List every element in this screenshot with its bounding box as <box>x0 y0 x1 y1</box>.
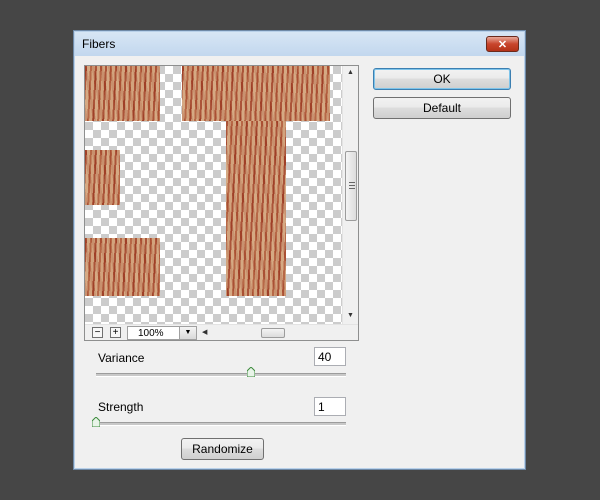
strength-input[interactable]: 1 <box>314 397 346 416</box>
fiber-shape <box>85 66 160 121</box>
fiber-shape <box>85 238 160 296</box>
preview-toolbar: − + 100% ▼ ◀ <box>85 324 358 340</box>
preview-canvas[interactable] <box>85 66 343 324</box>
vertical-scroll-thumb[interactable] <box>345 151 357 221</box>
scroll-down-icon[interactable]: ▼ <box>347 312 354 320</box>
title-bar[interactable]: Fibers ✕ <box>75 32 524 56</box>
scroll-left-icon[interactable]: ◀ <box>202 329 207 337</box>
strength-slider-handle[interactable] <box>92 417 100 427</box>
fiber-shape <box>182 66 330 121</box>
chevron-down-icon[interactable]: ▼ <box>179 327 196 339</box>
fiber-shape <box>226 121 286 296</box>
variance-slider-handle[interactable] <box>247 367 255 377</box>
ok-button[interactable]: OK <box>373 68 511 90</box>
variance-slider-track[interactable] <box>96 373 346 377</box>
preview-pane[interactable]: ▲ ▼ − + 100% ▼ ◀ <box>84 65 359 341</box>
variance-input[interactable]: 40 <box>314 347 346 366</box>
horizontal-scroll-thumb[interactable] <box>261 328 285 338</box>
strength-slider-track[interactable] <box>96 422 346 426</box>
variance-label: Variance <box>98 351 145 365</box>
zoom-out-button[interactable]: − <box>92 327 103 338</box>
zoom-level-select[interactable]: 100% ▼ <box>127 326 197 340</box>
zoom-in-button[interactable]: + <box>110 327 121 338</box>
vertical-scrollbar[interactable]: ▲ ▼ <box>342 66 358 324</box>
fibers-dialog: Fibers ✕ ▲ ▼ − + 100% ▼ ◀ OK Default Var… <box>73 30 526 470</box>
zoom-level-value: 100% <box>138 328 164 339</box>
window-title: Fibers <box>82 37 116 51</box>
randomize-button[interactable]: Randomize <box>181 438 264 460</box>
strength-label: Strength <box>98 400 144 414</box>
default-button[interactable]: Default <box>373 97 511 119</box>
scroll-up-icon[interactable]: ▲ <box>347 69 354 77</box>
close-button[interactable]: ✕ <box>486 36 519 52</box>
fiber-shape <box>85 150 120 205</box>
close-icon: ✕ <box>497 38 508 51</box>
